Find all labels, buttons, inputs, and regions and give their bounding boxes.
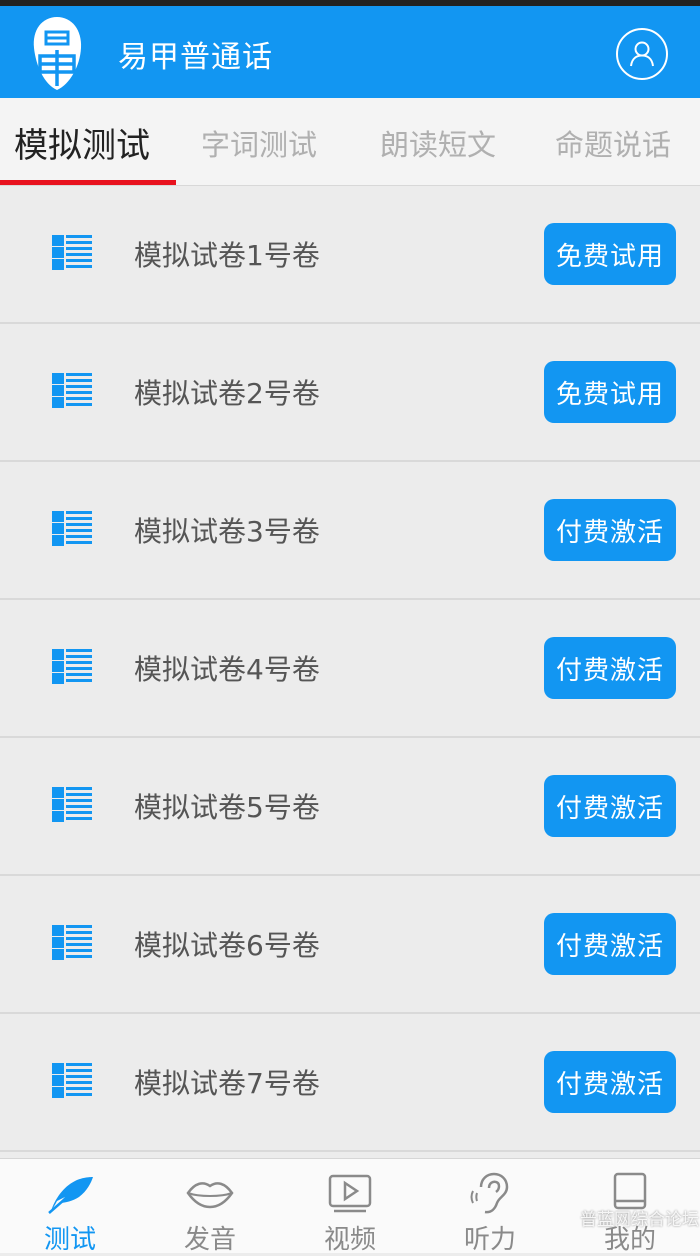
list-icon [52,235,92,270]
tab-read-passage[interactable]: 朗读短文 [380,122,496,164]
app-header: 易甲普通话 [0,6,700,98]
list-icon [52,373,92,408]
list-item[interactable]: 模拟试卷4号卷 付费激活 [0,600,700,738]
watermark: 普蓝网综合论坛 [580,1210,699,1230]
lips-icon [186,1182,234,1209]
free-trial-button[interactable]: 免费试用 [544,223,676,285]
nav-label: 发音 [183,1225,236,1255]
paper-title: 模拟试卷1号卷 [134,239,320,272]
nav-label: 视频 [323,1225,376,1255]
list-item[interactable]: 模拟试卷7号卷 付费激活 [0,1014,700,1152]
paper-title: 模拟试卷4号卷 [134,653,320,686]
paid-activate-button[interactable]: 付费激活 [544,499,676,561]
list-item[interactable]: 模拟试卷2号卷 免费试用 [0,324,700,462]
list-item[interactable]: 模拟试卷3号卷 付费激活 [0,462,700,600]
yijia-logo [33,17,82,90]
list-item[interactable]: 模拟试卷6号卷 付费激活 [0,876,700,1014]
bottom-navigation: 测试 发音 视频 听力 我的 普蓝网综合论坛 [0,1158,700,1255]
list-item[interactable]: 模拟试卷1号卷 免费试用 [0,186,700,324]
app-title: 易甲普通话 [118,40,273,75]
free-trial-button[interactable]: 免费试用 [544,361,676,423]
paper-list: 模拟试卷1号卷 免费试用 模拟试卷2号卷 免费试用 模拟试卷3号卷 付费激活 模… [0,186,700,1152]
paper-title: 模拟试卷3号卷 [134,515,320,548]
active-tab-indicator [0,180,176,185]
list-icon [52,649,92,684]
video-icon [328,1174,372,1213]
nav-item-video[interactable]: 视频 [280,1159,420,1255]
paper-title: 模拟试卷7号卷 [134,1067,320,1100]
list-icon [52,787,92,822]
nav-item-test[interactable]: 测试 [0,1159,140,1255]
user-icon [630,41,654,67]
list-item[interactable]: 模拟试卷5号卷 付费激活 [0,738,700,876]
tab-word-test[interactable]: 字词测试 [201,122,317,164]
paper-title: 模拟试卷5号卷 [134,791,320,824]
paid-activate-button[interactable]: 付费激活 [544,1051,676,1113]
nav-label: 测试 [43,1225,96,1255]
list-icon [52,925,92,960]
tab-topic-speaking[interactable]: 命题说话 [555,122,671,164]
list-icon [52,511,92,546]
tab-mock-test[interactable]: 模拟测试 [14,118,150,167]
paid-activate-button[interactable]: 付费激活 [544,775,676,837]
list-icon [52,1063,92,1098]
nav-item-pronunciation[interactable]: 发音 [140,1159,280,1255]
paper-title: 模拟试卷6号卷 [134,929,320,962]
ear-icon [470,1172,509,1214]
paper-title: 模拟试卷2号卷 [134,377,320,410]
paid-activate-button[interactable]: 付费激活 [544,637,676,699]
category-tabs: 模拟测试 字词测试 朗读短文 命题说话 [0,98,700,186]
user-profile-button[interactable] [616,28,668,80]
feather-icon [48,1177,93,1214]
paid-activate-button[interactable]: 付费激活 [544,913,676,975]
nav-item-listening[interactable]: 听力 [420,1159,560,1255]
nav-label: 听力 [463,1225,516,1255]
